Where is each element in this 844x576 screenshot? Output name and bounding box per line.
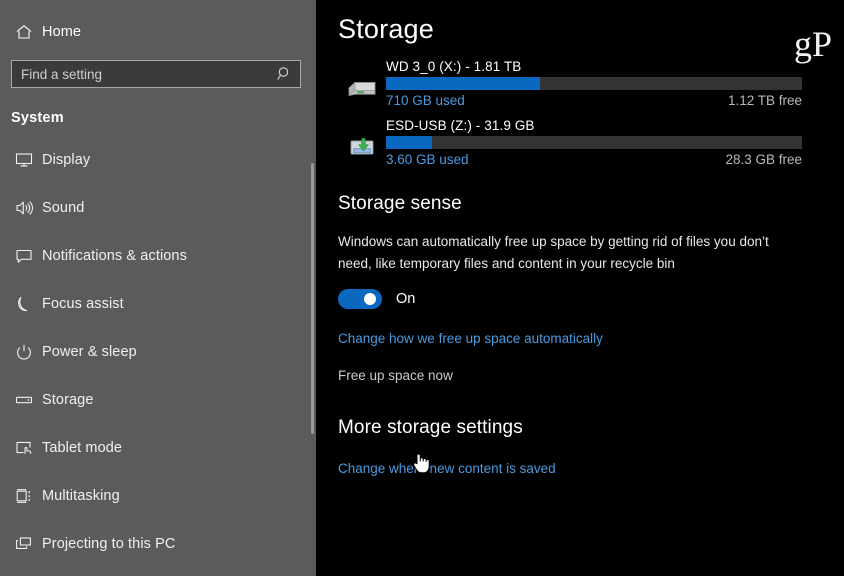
sidebar-scrollbar[interactable] [311,163,314,434]
monitor-icon [11,149,37,171]
sidebar-section-header: System [11,110,64,126]
drive-usage-bar [386,136,802,149]
sidebar-item-label: Display [42,152,91,168]
link-free-up-space-now[interactable]: Free up space now [338,368,844,383]
moon-icon [11,293,37,315]
tablet-hand-icon [11,437,37,459]
drive-usage-fill [386,136,432,149]
home-icon [11,23,37,41]
link-change-content-location[interactable]: Change where new content is saved [338,461,844,476]
sidebar-item-storage[interactable]: Storage [0,386,316,414]
drive-used-label: 3.60 GB used [386,152,469,167]
sidebar-item-home[interactable]: Home [0,16,316,48]
sidebar-nav: Display Sound Notifications & actions Fo… [0,146,316,558]
storage-sense-toggle-label: On [396,291,416,307]
sidebar-item-multitasking[interactable]: Multitasking [0,482,316,510]
sidebar-item-power-sleep[interactable]: Power & sleep [0,338,316,366]
settings-sidebar: Home System Displ [0,0,316,576]
sidebar-item-label: Multitasking [42,488,120,504]
sidebar-item-tablet-mode[interactable]: Tablet mode [0,434,316,462]
drive-free-label: 28.3 GB free [725,152,802,167]
drive-usage-labels: 3.60 GB used 28.3 GB free [386,152,802,167]
sidebar-item-display[interactable]: Display [0,146,316,174]
drive-list: WD 3_0 (X:) - 1.81 TB 710 GB used 1.12 T… [338,59,844,167]
drive-row[interactable]: WD 3_0 (X:) - 1.81 TB 710 GB used 1.12 T… [338,59,844,108]
settings-content: Storage gP WD 3_0 (X:) - 1.81 TB 710 GB … [316,0,844,576]
search-icon [277,66,292,87]
sidebar-item-label: Tablet mode [42,440,123,456]
hard-drive-icon [338,59,386,101]
link-change-free-up-space[interactable]: Change how we free up space automaticall… [338,331,844,346]
drive-free-label: 1.12 TB free [727,93,802,108]
sidebar-item-projecting[interactable]: Projecting to this PC [0,530,316,558]
more-storage-heading: More storage settings [338,417,523,438]
watermark-logo: gP [793,24,832,64]
storage-sense-heading: Storage sense [338,193,462,214]
sidebar-item-label: Notifications & actions [42,248,187,264]
drive-usage-labels: 710 GB used 1.12 TB free [386,93,802,108]
drive-icon [11,389,37,411]
sidebar-item-notifications[interactable]: Notifications & actions [0,242,316,270]
sidebar-item-label: Storage [42,392,94,408]
storage-sense-toggle-row: On [338,289,844,309]
storage-sense-description: Windows can automatically free up space … [338,234,769,271]
sidebar-item-label: Focus assist [42,296,124,312]
sidebar-item-label: Power & sleep [42,344,137,360]
drive-name: WD 3_0 (X:) - 1.81 TB [386,59,522,74]
storage-sense-toggle[interactable] [338,289,382,309]
sidebar-item-label: Sound [42,200,85,216]
sidebar-item-sound[interactable]: Sound [0,194,316,222]
page-title: Storage [338,14,434,44]
drive-usage-bar [386,77,802,90]
settings-window: Home System Displ [0,0,844,576]
speaker-icon [11,197,37,219]
search-box[interactable] [11,60,301,88]
toggle-knob [364,293,376,305]
multitasking-icon [11,485,37,507]
sidebar-item-focus-assist[interactable]: Focus assist [0,290,316,318]
sidebar-item-label: Projecting to this PC [42,536,176,552]
drive-usage-fill [386,77,540,90]
drive-used-label: 710 GB used [386,93,465,108]
drive-name: ESD-USB (Z:) - 31.9 GB [386,118,535,133]
removable-drive-icon [338,118,386,160]
projecting-icon [11,533,37,555]
chat-bubble-icon [11,245,37,267]
search-input[interactable] [12,61,300,87]
power-icon [11,341,37,363]
sidebar-home-label: Home [42,24,82,40]
drive-row[interactable]: ESD-USB (Z:) - 31.9 GB 3.60 GB used 28.3… [338,118,844,167]
